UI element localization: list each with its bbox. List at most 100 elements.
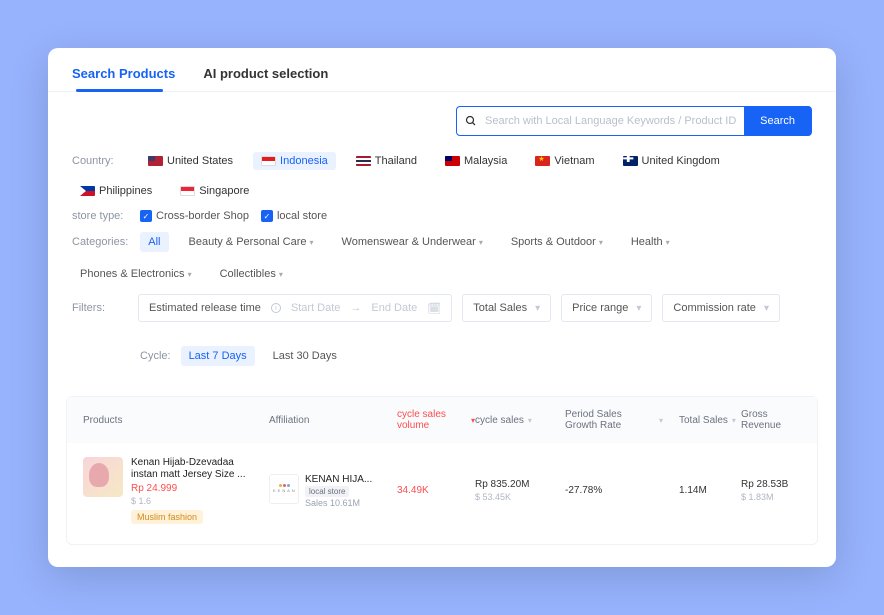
category-beauty[interactable]: Beauty & Personal Care▾	[181, 232, 322, 252]
country-ph[interactable]: Philippines	[72, 182, 160, 200]
total-sales-select[interactable]: Total Sales▾	[462, 294, 551, 322]
country-my-label: Malaysia	[464, 155, 507, 167]
category-womenswear[interactable]: Womenswear & Underwear▾	[334, 232, 491, 252]
th-products: Products	[83, 415, 269, 426]
affiliate-logo-text: K E N A N	[273, 488, 295, 493]
local-store-label: local store	[277, 210, 327, 222]
category-all[interactable]: All	[140, 232, 168, 252]
cycle-sales: Rp 835.20M $ 53.45K	[475, 479, 565, 502]
affiliate-logo: K E N A N	[269, 474, 299, 504]
tabs-bar: Search Products AI product selection	[48, 48, 836, 92]
cat-label: Health	[631, 236, 663, 248]
categories-label: Categories:	[72, 236, 128, 248]
total-sales-label: Total Sales	[473, 302, 527, 314]
th-csv-label: cycle sales volume	[397, 409, 467, 431]
sort-icon: ▾	[732, 416, 736, 425]
category-collectibles[interactable]: Collectibles▾	[212, 264, 291, 284]
product-price-usd: $ 1.6	[131, 496, 261, 506]
end-date-placeholder: End Date	[371, 302, 417, 314]
flag-us-icon	[148, 156, 163, 166]
search-input[interactable]	[485, 115, 744, 127]
table-header: Products Affiliation cycle sales volume▾…	[67, 397, 817, 443]
cycle-label: Cycle:	[140, 350, 171, 362]
chevron-down-icon: ▾	[310, 238, 314, 247]
cat-label: Collectibles	[220, 268, 276, 280]
country-th[interactable]: Thailand	[348, 152, 425, 170]
filters-row: Filters: Estimated release time i Start …	[72, 294, 812, 322]
th-affiliation: Affiliation	[269, 415, 397, 426]
product-title: Kenan Hijab-Dzevadaa instan matt Jersey …	[131, 457, 261, 481]
table-row[interactable]: Kenan Hijab-Dzevadaa instan matt Jersey …	[67, 443, 817, 544]
search-icon	[457, 115, 485, 127]
country-id[interactable]: Indonesia	[253, 152, 336, 170]
price-range-label: Price range	[572, 302, 628, 314]
country-sg[interactable]: Singapore	[172, 182, 257, 200]
flag-ph-icon	[80, 186, 95, 196]
flag-my-icon	[445, 156, 460, 166]
tab-search-products[interactable]: Search Products	[72, 66, 175, 91]
chevron-down-icon: ▾	[188, 270, 192, 279]
cat-label: Womenswear & Underwear	[342, 236, 476, 248]
chevron-down-icon: ▾	[479, 238, 483, 247]
country-us[interactable]: United States	[140, 152, 241, 170]
search-row: Search	[48, 92, 836, 146]
check-icon: ✓	[140, 210, 152, 222]
checkbox-local-store[interactable]: ✓ local store	[261, 210, 327, 222]
arrow-right-icon: →	[350, 302, 361, 314]
flag-sg-icon	[180, 186, 195, 196]
country-th-label: Thailand	[375, 155, 417, 167]
store-type-row: store type: ✓Cross-border Shop ✓ local st…	[72, 210, 812, 222]
country-uk[interactable]: United Kingdom	[615, 152, 728, 170]
country-label: Country:	[72, 155, 128, 167]
country-vn[interactable]: Vietnam	[527, 152, 602, 170]
tab-ai-selection[interactable]: AI product selection	[203, 66, 328, 91]
cat-label: Beauty & Personal Care	[189, 236, 307, 248]
checkbox-cross-border[interactable]: ✓Cross-border Shop	[140, 210, 249, 222]
th-cycle-sales[interactable]: cycle sales▾	[475, 415, 565, 426]
th-gross-revenue[interactable]: Gross Revenue	[741, 409, 801, 431]
search-button[interactable]: Search	[744, 106, 811, 136]
flag-id-icon	[261, 156, 276, 166]
cat-label: Phones & Electronics	[80, 268, 185, 280]
chevron-down-icon: ▾	[599, 238, 603, 247]
cycle-sales-volume: 34.49K	[397, 485, 475, 496]
country-vn-label: Vietnam	[554, 155, 594, 167]
store-type-label: store type:	[72, 210, 128, 222]
results-table: Products Affiliation cycle sales volume▾…	[66, 396, 818, 545]
country-row: Country: United States Indonesia Thailan…	[72, 152, 812, 200]
category-sports[interactable]: Sports & Outdoor▾	[503, 232, 611, 252]
flag-uk-icon	[623, 156, 638, 166]
th-cycle-sales-volume[interactable]: cycle sales volume▾	[397, 409, 475, 431]
release-time-picker[interactable]: Estimated release time i Start Date → En…	[138, 294, 452, 322]
chevron-down-icon: ▾	[636, 303, 641, 314]
affiliate-info: KENAN HIJA... local store Sales 10.61M	[305, 474, 372, 508]
cycle-30days[interactable]: Last 30 Days	[265, 346, 345, 366]
filters-block: Country: United States Indonesia Thailan…	[48, 146, 836, 338]
country-id-label: Indonesia	[280, 155, 328, 167]
info-icon: i	[271, 303, 281, 313]
th-cs-label: cycle sales	[475, 415, 524, 426]
th-total-sales[interactable]: Total Sales ▾	[679, 415, 741, 426]
price-range-select[interactable]: Price range ▾	[561, 294, 652, 322]
commission-label: Commission rate	[673, 302, 756, 314]
calendar-icon: 🗓	[427, 302, 441, 315]
flag-vn-icon	[535, 156, 550, 166]
th-growth-rate[interactable]: Period Sales Growth Rate▾	[565, 409, 679, 431]
cycle-row: Cycle: Last 7 Days Last 30 Days	[48, 338, 836, 384]
growth-rate: -27.78%	[565, 485, 679, 496]
cycle-sales-usd: $ 53.45K	[475, 492, 565, 502]
release-label: Estimated release time	[149, 302, 261, 314]
product-price: Rp 24.999	[131, 483, 261, 494]
commission-select[interactable]: Commission rate▾	[662, 294, 780, 322]
cycle-7days[interactable]: Last 7 Days	[181, 346, 255, 366]
th-ts-label: Total Sales	[679, 415, 728, 426]
category-phones[interactable]: Phones & Electronics▾	[72, 264, 200, 284]
product-cell: Kenan Hijab-Dzevadaa instan matt Jersey …	[83, 457, 269, 524]
category-health[interactable]: Health▾	[623, 232, 678, 252]
country-my[interactable]: Malaysia	[437, 152, 515, 170]
check-icon: ✓	[261, 210, 273, 222]
cat-label: Sports & Outdoor	[511, 236, 596, 248]
gross-revenue-usd: $ 1.83M	[741, 492, 801, 502]
product-info: Kenan Hijab-Dzevadaa instan matt Jersey …	[131, 457, 261, 524]
cycle-sales-value: Rp 835.20M	[475, 479, 565, 490]
